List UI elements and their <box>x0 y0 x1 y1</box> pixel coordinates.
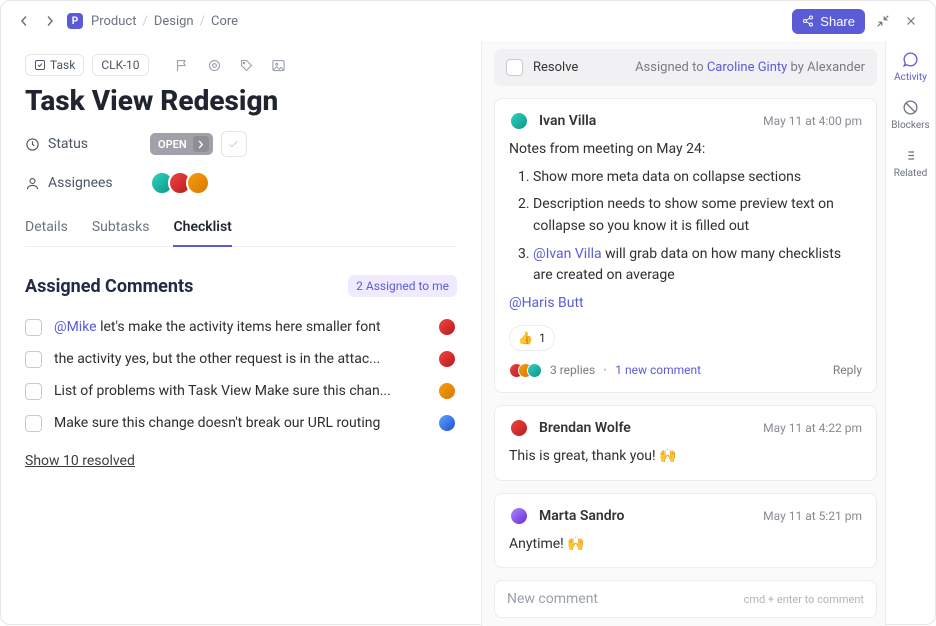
reaction-emoji: 👍 <box>518 329 533 348</box>
comment-body: This is great, thank you! 🙌 <box>509 446 862 468</box>
status-chip[interactable]: OPEN <box>150 133 213 155</box>
tab-details[interactable]: Details <box>25 209 68 246</box>
avatar[interactable] <box>509 111 529 131</box>
tab-checklist[interactable]: Checklist <box>173 209 231 247</box>
status-confirm-box[interactable] <box>221 131 247 157</box>
assigned-to-link[interactable]: Caroline Ginty <box>707 60 787 75</box>
avatar[interactable] <box>509 418 529 438</box>
task-id-pill[interactable]: CLK-10 <box>92 54 148 76</box>
avatar[interactable] <box>509 506 529 526</box>
checklist-row[interactable]: Make sure this change doesn't break our … <box>25 407 457 439</box>
avatar[interactable] <box>437 413 457 433</box>
show-resolved-link[interactable]: Show 10 resolved <box>25 453 135 469</box>
comment-time: May 11 at 5:21 pm <box>763 509 862 523</box>
reaction[interactable]: 👍 1 <box>509 325 555 352</box>
checklist-text: List of problems with Task View Make sur… <box>54 383 431 399</box>
nav-back[interactable] <box>15 12 33 30</box>
comment-card: Ivan Villa May 11 at 4:00 pm Notes from … <box>494 98 877 393</box>
close-icon[interactable] <box>901 11 921 31</box>
share-button[interactable]: Share <box>792 9 865 34</box>
tag-icon[interactable] <box>235 53 259 77</box>
resolve-checkbox[interactable] <box>506 59 523 76</box>
comment-card: Brendan Wolfe May 11 at 4:22 pm This is … <box>494 405 877 481</box>
compose-hint: cmd + enter to comment <box>744 593 864 606</box>
minimize-icon[interactable] <box>873 11 893 31</box>
image-icon[interactable] <box>267 53 291 77</box>
comment-time: May 11 at 4:22 pm <box>763 421 862 435</box>
comment-body: Anytime! 🙌 <box>509 534 862 556</box>
checkbox[interactable] <box>25 383 42 400</box>
comment-list: Show more meta data on collapse sections… <box>509 167 862 287</box>
assigned-count-badge[interactable]: 2 Assigned to me <box>348 275 457 297</box>
page-title: Task View Redesign <box>25 85 457 117</box>
comment-author[interactable]: Marta Sandro <box>539 508 624 524</box>
replies-count[interactable]: 3 replies <box>550 361 595 380</box>
assignee-avatars[interactable] <box>150 171 210 195</box>
resolve-label: Resolve <box>533 60 578 75</box>
dependency-icon[interactable] <box>203 53 227 77</box>
avatar[interactable] <box>437 317 457 337</box>
checkbox[interactable] <box>25 415 42 432</box>
crumb-product[interactable]: Product <box>91 14 136 29</box>
reply-button[interactable]: Reply <box>833 361 862 380</box>
checklist-row[interactable]: @Mike let's make the activity items here… <box>25 311 457 343</box>
assigned-comments-heading: Assigned Comments <box>25 276 193 297</box>
status-next-icon[interactable] <box>193 136 209 152</box>
status-label: Status <box>25 136 150 152</box>
rail-activity[interactable]: Activity <box>894 51 927 83</box>
checkbox[interactable] <box>25 319 42 336</box>
breadcrumb[interactable]: Product / Design / Core <box>91 14 238 29</box>
checklist-text: Make sure this change doesn't break our … <box>54 415 431 431</box>
share-label: Share <box>820 14 855 29</box>
checklist-row[interactable]: List of problems with Task View Make sur… <box>25 375 457 407</box>
rail-blockers[interactable]: Blockers <box>891 99 929 131</box>
reaction-count: 1 <box>539 329 546 348</box>
tab-subtasks[interactable]: Subtasks <box>92 209 150 246</box>
new-comment-link[interactable]: 1 new comment <box>615 361 701 380</box>
compose-placeholder: New comment <box>507 591 598 607</box>
new-comment-input[interactable]: New comment cmd + enter to comment <box>494 580 877 618</box>
mention[interactable]: @Haris Butt <box>509 293 862 315</box>
assignees-label: Assignees <box>25 175 150 191</box>
comment-intro: Notes from meeting on May 24: <box>509 139 862 161</box>
flag-icon[interactable] <box>171 53 195 77</box>
avatar[interactable] <box>186 171 210 195</box>
checklist-text: @Mike let's make the activity items here… <box>54 319 431 335</box>
avatar[interactable] <box>437 349 457 369</box>
nav-forward[interactable] <box>41 12 59 30</box>
rail-related[interactable]: Related <box>894 147 928 179</box>
resolve-bar: Resolve Assigned to Caroline Ginty by Al… <box>494 49 877 86</box>
thread-avatars[interactable] <box>509 363 542 378</box>
mention[interactable]: @Ivan Villa <box>533 246 602 262</box>
comment-author[interactable]: Brendan Wolfe <box>539 420 631 436</box>
comment-author[interactable]: Ivan Villa <box>539 113 596 129</box>
project-badge[interactable]: P <box>67 13 83 29</box>
checkbox[interactable] <box>25 351 42 368</box>
avatar[interactable] <box>437 381 457 401</box>
checklist-text: the activity yes, but the other request … <box>54 351 431 367</box>
task-type-pill[interactable]: Task <box>25 54 84 76</box>
comment-card: Marta Sandro May 11 at 5:21 pm Anytime! … <box>494 493 877 569</box>
comment-time: May 11 at 4:00 pm <box>763 114 862 128</box>
crumb-core[interactable]: Core <box>211 14 238 29</box>
checklist-row[interactable]: the activity yes, but the other request … <box>25 343 457 375</box>
crumb-design[interactable]: Design <box>154 14 194 29</box>
